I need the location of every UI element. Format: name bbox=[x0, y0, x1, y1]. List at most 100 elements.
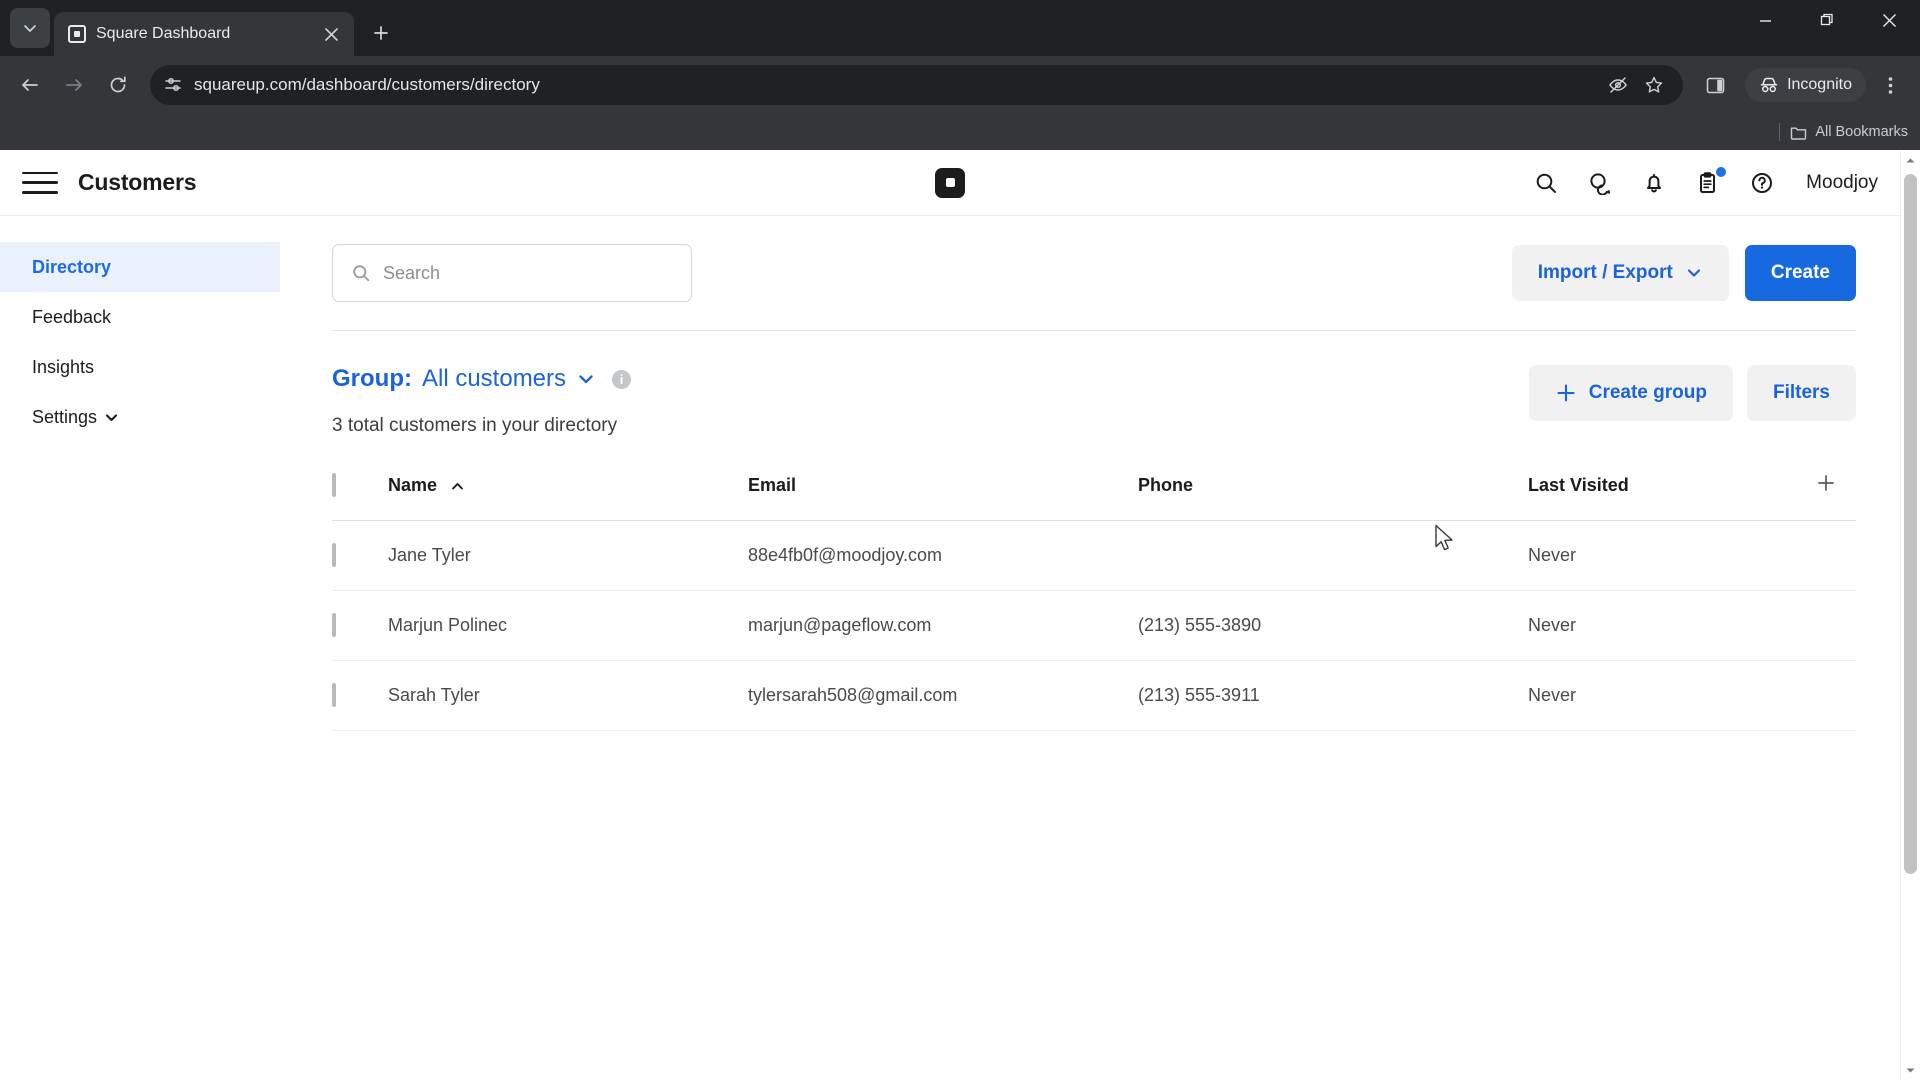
chevron-down-icon[interactable] bbox=[576, 369, 596, 389]
create-group-button[interactable]: Create group bbox=[1528, 365, 1733, 421]
table-row[interactable]: Marjun Polinec marjun@pageflow.com (213)… bbox=[332, 590, 1856, 661]
clipboard-tasks-icon[interactable] bbox=[1694, 166, 1727, 197]
search-placeholder: Search bbox=[383, 262, 441, 283]
sidebar-item-feedback[interactable]: Feedback bbox=[0, 292, 280, 342]
address-bar[interactable]: squareup.com/dashboard/customers/directo… bbox=[150, 65, 1684, 105]
eye-slash-icon[interactable] bbox=[1603, 70, 1633, 100]
column-label: Name bbox=[388, 475, 438, 495]
divider bbox=[332, 330, 1856, 331]
forward-arrow-icon[interactable] bbox=[54, 65, 94, 105]
chevron-down-icon bbox=[104, 410, 119, 425]
three-dot-menu-icon[interactable] bbox=[1870, 65, 1910, 105]
cell-spacer bbox=[1816, 590, 1856, 661]
star-icon[interactable] bbox=[1639, 70, 1669, 100]
tab-title: Square Dashboard bbox=[96, 25, 231, 42]
import-export-label: Import / Export bbox=[1537, 262, 1673, 283]
sidebar-item-label: Feedback bbox=[32, 306, 112, 327]
vertical-scrollbar[interactable] bbox=[1900, 150, 1920, 1080]
notifications-bell-icon[interactable] bbox=[1640, 169, 1668, 197]
row-checkbox[interactable] bbox=[332, 683, 336, 707]
plus-icon bbox=[1555, 382, 1577, 404]
square-dashboard-page: Customers Moodjoy Directory Feedback Ins… bbox=[0, 150, 1900, 1080]
column-header-last-visited[interactable]: Last Visited bbox=[1528, 473, 1816, 521]
cell-spacer bbox=[1816, 660, 1856, 731]
row-checkbox[interactable] bbox=[332, 613, 336, 637]
row-checkbox[interactable] bbox=[332, 543, 336, 567]
divider bbox=[1779, 123, 1781, 141]
filters-label: Filters bbox=[1772, 382, 1830, 403]
info-icon[interactable]: i bbox=[612, 369, 632, 389]
main-content: Search Import / Export Create Group: All… bbox=[280, 216, 1900, 1080]
cell-phone bbox=[1138, 520, 1528, 591]
page-title: Customers bbox=[78, 169, 197, 195]
cell-phone: (213) 555-3890 bbox=[1138, 590, 1528, 661]
close-icon[interactable] bbox=[318, 21, 344, 47]
cell-last-visited: Never bbox=[1528, 520, 1816, 591]
row-checkbox-cell bbox=[332, 520, 388, 591]
tab-strip: Square Dashboard bbox=[0, 0, 1920, 56]
chevron-down-icon bbox=[1685, 264, 1703, 282]
cell-last-visited: Never bbox=[1528, 590, 1816, 661]
hamburger-menu-icon[interactable] bbox=[22, 169, 58, 197]
side-panel-icon[interactable] bbox=[1695, 65, 1735, 105]
window-close-icon[interactable] bbox=[1858, 0, 1920, 40]
plus-icon[interactable] bbox=[1816, 473, 1836, 493]
browser-toolbar: squareup.com/dashboard/customers/directo… bbox=[0, 56, 1920, 114]
scroll-up-button[interactable] bbox=[1905, 150, 1916, 170]
column-label: Last Visited bbox=[1528, 475, 1629, 495]
new-tab-button[interactable] bbox=[364, 16, 398, 50]
cell-email: marjun@pageflow.com bbox=[748, 590, 1138, 661]
import-export-button[interactable]: Import / Export bbox=[1511, 245, 1729, 301]
sidebar: Directory Feedback Insights Settings bbox=[0, 216, 280, 1080]
filters-button[interactable]: Filters bbox=[1746, 365, 1856, 421]
all-bookmarks-button[interactable]: All Bookmarks bbox=[1790, 124, 1908, 141]
minimize-icon[interactable] bbox=[1734, 0, 1796, 40]
cell-email: tylersarah508@gmail.com bbox=[748, 660, 1138, 731]
incognito-label: Incognito bbox=[1787, 76, 1852, 93]
cell-name: Jane Tyler bbox=[388, 520, 748, 591]
cell-name: Sarah Tyler bbox=[388, 660, 748, 731]
search-icon[interactable] bbox=[1532, 169, 1560, 197]
group-bar: Group: All customers i 3 total customers… bbox=[332, 365, 1856, 437]
table-row[interactable]: Sarah Tyler tylersarah508@gmail.com (213… bbox=[332, 660, 1856, 731]
scrollbar-thumb[interactable] bbox=[1904, 174, 1917, 874]
column-header-name[interactable]: Name bbox=[388, 473, 748, 521]
messages-icon[interactable] bbox=[1586, 169, 1614, 197]
group-value[interactable]: All customers bbox=[422, 365, 566, 393]
table-row[interactable]: Jane Tyler 88e4fb0f@moodjoy.com Never bbox=[332, 520, 1856, 591]
search-input[interactable]: Search bbox=[332, 244, 692, 302]
site-settings-icon[interactable] bbox=[164, 76, 182, 94]
create-button[interactable]: Create bbox=[1744, 245, 1856, 301]
row-checkbox-cell bbox=[332, 660, 388, 731]
app-header: Customers Moodjoy bbox=[0, 150, 1900, 216]
cell-name: Marjun Polinec bbox=[388, 590, 748, 661]
back-arrow-icon[interactable] bbox=[10, 65, 50, 105]
square-logo-icon bbox=[68, 25, 86, 43]
total-customers-text: 3 total customers in your directory bbox=[332, 415, 618, 436]
sidebar-item-insights[interactable]: Insights bbox=[0, 342, 280, 392]
sidebar-item-label: Directory bbox=[32, 256, 112, 277]
reload-icon[interactable] bbox=[98, 65, 138, 105]
help-circle-icon[interactable] bbox=[1748, 169, 1776, 197]
column-header-email[interactable]: Email bbox=[748, 473, 1138, 521]
sidebar-item-settings[interactable]: Settings bbox=[0, 392, 280, 442]
customers-table: Name Email Phone Last Visited Jane Tyler… bbox=[332, 473, 1856, 731]
column-header-phone[interactable]: Phone bbox=[1138, 473, 1528, 521]
restore-icon[interactable] bbox=[1796, 0, 1858, 40]
incognito-indicator[interactable]: Incognito bbox=[1745, 68, 1866, 102]
sidebar-item-directory[interactable]: Directory bbox=[0, 242, 280, 292]
account-name[interactable]: Moodjoy bbox=[1806, 172, 1878, 194]
scrollbar-track[interactable] bbox=[1901, 170, 1920, 1060]
column-label: Email bbox=[748, 475, 797, 495]
url-text: squareup.com/dashboard/customers/directo… bbox=[194, 75, 540, 94]
header-actions: Moodjoy bbox=[1532, 166, 1878, 197]
tab-search-button[interactable] bbox=[10, 8, 50, 48]
scroll-down-button[interactable] bbox=[1905, 1060, 1916, 1080]
all-bookmarks-label: All Bookmarks bbox=[1815, 124, 1908, 140]
table-header: Name Email Phone Last Visited bbox=[332, 473, 1856, 521]
square-logo-icon[interactable] bbox=[935, 167, 965, 198]
browser-tab[interactable]: Square Dashboard bbox=[54, 12, 354, 56]
select-all-checkbox[interactable] bbox=[332, 473, 336, 497]
sidebar-item-label: Settings bbox=[32, 406, 98, 427]
window-controls bbox=[1734, 0, 1920, 40]
